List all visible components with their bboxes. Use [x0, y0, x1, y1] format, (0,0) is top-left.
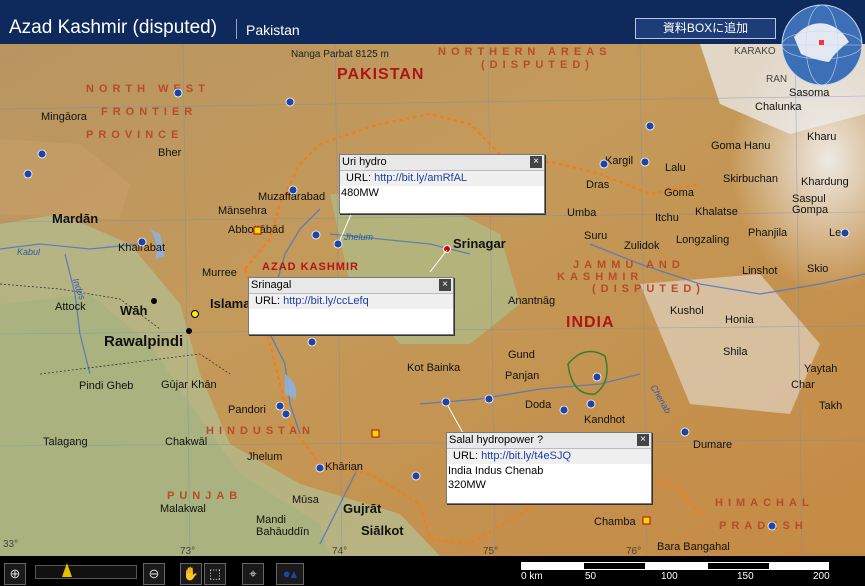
zoom-out-icon[interactable]: ⊖: [143, 563, 165, 585]
pin-icon: [592, 372, 602, 382]
city-icon: [253, 226, 262, 235]
city-icon: [371, 429, 380, 438]
scale-tick: 100: [661, 571, 678, 582]
map-canvas[interactable]: Nanga Parbat 8125 m KARAKO RAN PAKISTAN …: [0, 44, 865, 556]
popup-url-row: URL: http://bit.ly/amRfAL: [340, 171, 544, 186]
scale-segment: [769, 562, 829, 570]
pin-icon: [645, 121, 655, 131]
scale-tick: 150: [737, 571, 754, 582]
pin-icon: [37, 149, 47, 159]
close-icon[interactable]: ×: [530, 156, 542, 168]
pin-icon: [767, 521, 777, 531]
popup-url-label: URL:: [255, 295, 281, 307]
pin-icon: [275, 401, 285, 411]
pin-menu-icon[interactable]: ●▴: [276, 563, 304, 585]
hand-pan-icon[interactable]: ✋: [180, 563, 202, 585]
popup-uri-hydro: Uri hydro × URL: http://bit.ly/amRfAL 48…: [339, 154, 545, 214]
city-dot: [151, 298, 157, 304]
pin-icon: [599, 159, 609, 169]
pin-icon: [307, 337, 317, 347]
popup-url-label: URL:: [453, 450, 479, 462]
zoom-slider[interactable]: [35, 563, 137, 579]
bottom-toolbar: ⊕ ⊖ ✋ ⬚ ⌖ ●▴ 0 km 50 100 150 200: [0, 556, 865, 586]
pin-icon: [285, 97, 295, 107]
popup-salal-hydropower: Salal hydropower ? × URL: http://bit.ly/…: [446, 432, 652, 504]
popup-url-link[interactable]: http://bit.ly/ccLefq: [283, 295, 369, 307]
pin-icon: [680, 427, 690, 437]
zoom-slider-thumb[interactable]: [62, 563, 72, 577]
title-bar: Azad Kashmir (disputed) Pakistan 資料BOXに追…: [0, 0, 865, 45]
popup-url-link[interactable]: http://bit.ly/amRfAL: [374, 172, 467, 184]
pin-icon: [288, 185, 298, 195]
popup-body-line: 480MW: [341, 187, 379, 199]
popup-title: Uri hydro: [340, 155, 544, 171]
pin-icon: [411, 471, 421, 481]
popup-title: Salal hydropower ?: [447, 433, 651, 449]
pin-icon: [640, 157, 650, 167]
pin-icon: [441, 397, 451, 407]
globe-icon[interactable]: [779, 2, 865, 88]
scale-bar: 0 km 50 100 150 200: [521, 562, 831, 584]
popup-url-row: URL: http://bit.ly/t4eSJQ: [447, 449, 651, 464]
page-subtitle: Pakistan: [246, 22, 300, 38]
scale-segment: [707, 562, 771, 570]
pin-icon: [559, 405, 569, 415]
pin-icon: [315, 463, 325, 473]
pin-icon: [23, 169, 33, 179]
scale-segment: [583, 562, 647, 570]
crosshair-icon[interactable]: ⌖: [242, 563, 264, 585]
pin-icon: [281, 409, 291, 419]
pin-icon: [586, 399, 596, 409]
page-title: Azad Kashmir (disputed): [9, 17, 218, 38]
scale-segment: [645, 562, 709, 570]
select-icon[interactable]: ⬚: [204, 563, 226, 585]
close-icon[interactable]: ×: [637, 434, 649, 446]
city-dot: [186, 328, 192, 334]
close-icon[interactable]: ×: [439, 279, 451, 291]
zoom-in-icon[interactable]: ⊕: [4, 563, 26, 585]
pin-icon: [311, 230, 321, 240]
pin-icon: [840, 228, 850, 238]
popup-srinagal: Srinagal × URL: http://bit.ly/ccLefq: [248, 277, 454, 335]
popup-url-row: URL: http://bit.ly/ccLefq: [249, 294, 453, 309]
title-separator: [236, 19, 237, 39]
scale-segment: [521, 562, 585, 570]
popup-body-line: India Indus Chenab: [448, 465, 544, 477]
scale-tick: 0 km: [521, 571, 543, 582]
scale-tick: 200: [813, 571, 830, 582]
popup-body-line: 320MW: [448, 479, 486, 491]
capital-icon: [191, 310, 199, 318]
add-to-box-button[interactable]: 資料BOXに追加: [635, 18, 776, 39]
popup-url-label: URL:: [346, 172, 372, 184]
pin-icon: [484, 394, 494, 404]
pin-icon: [137, 237, 147, 247]
pin-icon: [173, 88, 183, 98]
city-icon: [642, 516, 651, 525]
capital-icon: [443, 245, 451, 253]
scale-tick: 50: [585, 571, 597, 582]
popup-url-link[interactable]: http://bit.ly/t4eSJQ: [481, 450, 571, 462]
popup-title: Srinagal: [249, 278, 453, 294]
pin-icon: [333, 239, 343, 249]
